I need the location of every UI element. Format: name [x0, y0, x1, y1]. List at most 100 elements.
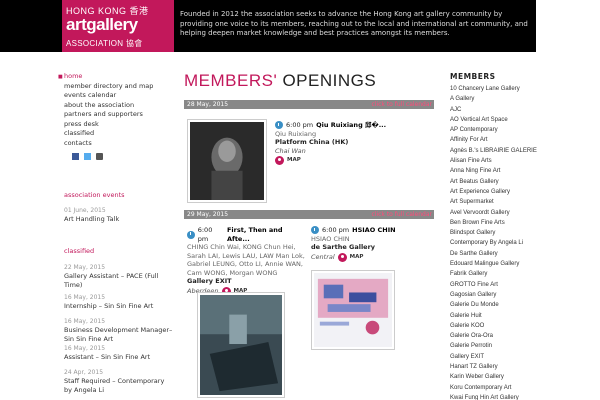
member-link[interactable]: Agnès B.'s LIBRAIRIE GALERIE	[450, 146, 570, 156]
map-label: MAP	[287, 157, 301, 164]
event-title[interactable]: First, Then and Afte...	[227, 226, 305, 243]
classified-item[interactable]: 24 Apr, 2015 Staff Required – Contempora…	[64, 369, 174, 394]
event-artists: CHING Chin Wai, KONG Chun Hei, Sarah LAI…	[187, 243, 305, 277]
member-link[interactable]: A Gallery	[450, 94, 570, 104]
event-thumbnail[interactable]	[197, 292, 285, 398]
nav-about[interactable]: about the association	[64, 101, 174, 111]
clock-icon	[275, 121, 283, 130]
member-link[interactable]: 10 Chancery Lane Gallery	[450, 84, 570, 94]
event-info: 6:00 pm HSIAO CHIN HSIAO CHIN de Sarthe …	[311, 226, 436, 262]
nav-home[interactable]: home	[64, 72, 174, 82]
nav-events-calendar[interactable]: events calendar	[64, 91, 174, 101]
member-link[interactable]: AP Contemporary	[450, 125, 570, 135]
nav-classified[interactable]: classified	[64, 129, 174, 139]
site-logo[interactable]: HONG KONG 香港 artgallery ASSOCIATION 協會	[62, 0, 174, 52]
member-link[interactable]: Art Supermarket	[450, 197, 570, 207]
classified-item[interactable]: 22 May, 2015 Gallery Assistant – PACE (F…	[64, 264, 174, 289]
classified-text: Gallery Assistant – PACE (Full Time)	[64, 272, 159, 289]
clock-icon	[187, 230, 195, 239]
classified-item[interactable]: 16 May, 2015 Assistant – Sin Sin Fine Ar…	[64, 345, 174, 362]
event-venue[interactable]: Platform China (HK)	[275, 138, 435, 147]
event-list-item[interactable]: 01 June, 2015 Art Handling Talk	[64, 207, 174, 224]
member-link[interactable]: AJC	[450, 105, 570, 115]
member-link[interactable]: Contemporary By Angela Li	[450, 238, 570, 248]
event-area: Chai Wan	[275, 146, 306, 155]
member-link[interactable]: Kwai Fung Hin Art Gallery	[450, 393, 570, 400]
classified-text: Assistant – Sin Sin Fine Art	[64, 353, 151, 361]
date-bar: 29 May, 2015 click to full calendar	[184, 210, 434, 219]
event-artists: HSIAO CHIN	[311, 234, 350, 243]
classified-item[interactable]: 16 May, 2015 Internship – Sin Sin Fine A…	[64, 294, 174, 311]
member-link[interactable]: De Sarthe Gallery	[450, 249, 570, 259]
nav-press-desk[interactable]: press desk	[64, 120, 174, 130]
nav-contacts[interactable]: contacts	[64, 139, 174, 149]
event-thumbnail[interactable]	[311, 270, 395, 350]
event-date: 01 June, 2015	[64, 207, 106, 214]
event-venue[interactable]: de Sarthe Gallery	[311, 243, 436, 252]
event-venue[interactable]: Gallery EXIT	[187, 277, 305, 286]
classified-date: 16 May, 2015	[64, 294, 106, 301]
member-link[interactable]: Blindspot Gallery	[450, 228, 570, 238]
member-link[interactable]: Art Beatus Gallery	[450, 177, 570, 187]
social-links	[72, 153, 103, 160]
map-link[interactable]: MAP	[275, 156, 435, 165]
classified-title[interactable]: classified	[64, 247, 94, 255]
classified-date: 16 May, 2015	[64, 345, 106, 352]
page-title-part-2: OPENINGS	[282, 71, 377, 90]
clock-icon	[311, 226, 319, 235]
member-link[interactable]: Gagosian Gallery	[450, 290, 570, 300]
members-title: MEMBERS	[450, 72, 496, 81]
event-title[interactable]: HSIAO CHIN	[352, 226, 395, 235]
page-title: MEMBERS' OPENINGS	[184, 71, 376, 91]
map-pin-icon[interactable]	[337, 252, 347, 262]
association-events-title[interactable]: association events	[64, 191, 125, 199]
event-title[interactable]: Qiu Ruixiang 邱�...	[316, 121, 386, 130]
member-link[interactable]: Galerie Perrotin	[450, 341, 570, 351]
classified-item[interactable]: 16 May, 2015 Business Development Manage…	[64, 318, 174, 343]
event-time: 6:00 pm	[197, 226, 213, 243]
date-label: 28 May, 2015	[187, 101, 229, 108]
member-link[interactable]: Fabrik Gallery	[450, 269, 570, 279]
event-thumbnail[interactable]	[187, 119, 267, 203]
member-link[interactable]: GROTTO Fine Art	[450, 280, 570, 290]
event-title: Art Handling Talk	[64, 215, 120, 223]
classified-text: Internship – Sin Sin Fine Art	[64, 302, 154, 310]
member-link[interactable]: Anna Ning Fine Art	[450, 166, 570, 176]
event-time: 6:00 pm	[322, 226, 350, 234]
member-link[interactable]: Galerie Huit	[450, 311, 570, 321]
member-link[interactable]: AO Vertical Art Space	[450, 115, 570, 125]
classified-text: Business Development Manager– Sin Sin Fi…	[64, 326, 173, 343]
full-calendar-link[interactable]: click to full calendar	[372, 100, 433, 109]
date-bar: 28 May, 2015 click to full calendar	[184, 100, 434, 109]
map-label[interactable]: MAP	[350, 253, 364, 262]
member-link[interactable]: Edouard Malingue Gallery	[450, 259, 570, 269]
classified-text: Staff Required – Contemporary by Angela …	[64, 377, 165, 394]
instagram-icon[interactable]	[96, 153, 103, 160]
member-link[interactable]: Galerie KOO	[450, 321, 570, 331]
map-pin-icon	[275, 156, 284, 165]
member-link[interactable]: Avel Vervoordt Gallery	[450, 208, 570, 218]
event-info: 6:00 pm First, Then and Afte... CHING Ch…	[187, 226, 305, 296]
member-link[interactable]: Alisan Fine Arts	[450, 156, 570, 166]
nav-partners[interactable]: partners and supporters	[64, 110, 174, 120]
twitter-icon[interactable]	[84, 153, 91, 160]
member-link[interactable]: Ben Brown Fine Arts	[450, 218, 570, 228]
top-bar: HONG KONG 香港 artgallery ASSOCIATION 協會 F…	[0, 0, 536, 52]
member-link[interactable]: Koru Contemporary Art	[450, 383, 570, 393]
member-link[interactable]: Karin Weber Gallery	[450, 372, 570, 382]
member-link[interactable]: Galerie Ora-Ora	[450, 331, 570, 341]
member-link[interactable]: Gallery EXIT	[450, 352, 570, 362]
member-link[interactable]: Affinity For Art	[450, 135, 570, 145]
event-info: 6:00 pm Qiu Ruixiang 邱�... Qiu Ruixiang …	[275, 121, 435, 165]
facebook-icon[interactable]	[72, 153, 79, 160]
classified-date: 16 May, 2015	[64, 318, 106, 325]
classified-date: 22 May, 2015	[64, 264, 106, 271]
member-link[interactable]: Art Experience Gallery	[450, 187, 570, 197]
date-label: 29 May, 2015	[187, 211, 229, 218]
member-link[interactable]: Hanart TZ Gallery	[450, 362, 570, 372]
full-calendar-link[interactable]: click to full calendar	[372, 210, 433, 219]
logo-line-3: ASSOCIATION 協會	[66, 39, 143, 48]
nav-member-directory[interactable]: member directory and map	[64, 82, 174, 92]
member-link[interactable]: Galerie Du Monde	[450, 300, 570, 310]
members-list: MEMBERS 10 Chancery Lane Gallery A Galler…	[450, 72, 570, 400]
